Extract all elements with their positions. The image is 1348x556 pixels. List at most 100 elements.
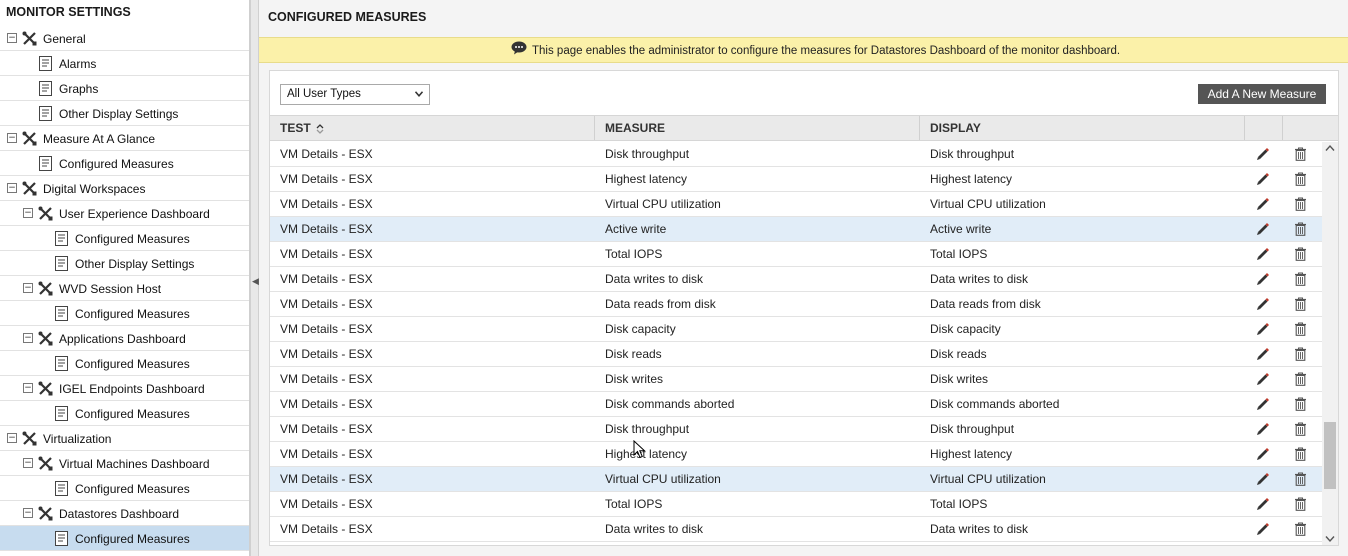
column-header-test[interactable]: TEST	[270, 116, 595, 140]
sidebar-item[interactable]: − Applications Dashboard	[0, 326, 249, 351]
table-row[interactable]: VM Details - ESX Data reads from disk Data…	[270, 292, 1322, 317]
collapse-toggle-icon[interactable]: −	[7, 33, 17, 43]
pencil-icon[interactable]	[1256, 472, 1270, 486]
sidebar-item-label: WVD Session Host	[59, 282, 162, 296]
pencil-icon[interactable]	[1256, 147, 1270, 161]
trash-icon[interactable]	[1294, 522, 1307, 536]
collapse-toggle-icon[interactable]: −	[7, 183, 17, 193]
vertical-scrollbar[interactable]	[1322, 142, 1338, 545]
trash-icon[interactable]	[1294, 347, 1307, 361]
sidebar-item[interactable]: Configured Measures	[0, 351, 249, 376]
user-type-select-value: All User Types	[287, 88, 361, 100]
pencil-icon[interactable]	[1256, 397, 1270, 411]
trash-icon[interactable]	[1294, 472, 1307, 486]
collapse-toggle-icon[interactable]: −	[23, 208, 33, 218]
collapse-toggle-icon[interactable]: −	[23, 508, 33, 518]
sidebar-item[interactable]: − IGEL Endpoints Dashboard	[0, 376, 249, 401]
table-row[interactable]: VM Details - ESX Data writes to disk Data …	[270, 517, 1322, 542]
sidebar-item[interactable]: Configured Measures	[0, 526, 249, 551]
sidebar-item[interactable]: Alarms	[0, 51, 249, 76]
sidebar-item[interactable]: Other Display Settings	[0, 251, 249, 276]
sidebar-item[interactable]: − Measure At A Glance	[0, 126, 249, 151]
sidebar-item[interactable]: Configured Measures	[0, 226, 249, 251]
panel-splitter[interactable]: ◀	[250, 0, 259, 556]
pencil-icon[interactable]	[1256, 322, 1270, 336]
scrollbar-thumb[interactable]	[1324, 422, 1336, 489]
sidebar-item[interactable]: − Virtualization	[0, 426, 249, 451]
collapse-toggle-icon[interactable]: −	[23, 333, 33, 343]
trash-icon[interactable]	[1294, 147, 1307, 161]
sidebar-item[interactable]: − Digital Workspaces	[0, 176, 249, 201]
pencil-icon[interactable]	[1256, 447, 1270, 461]
collapse-toggle-icon[interactable]: −	[23, 383, 33, 393]
trash-icon[interactable]	[1294, 322, 1307, 336]
sort-icon[interactable]	[316, 123, 324, 134]
cell-test: VM Details - ESX	[280, 497, 373, 511]
table-row[interactable]: VM Details - ESX Disk throughput Disk thro…	[270, 142, 1322, 167]
sidebar-item[interactable]: − User Experience Dashboard	[0, 201, 249, 226]
pencil-icon[interactable]	[1256, 422, 1270, 436]
collapse-toggle-icon[interactable]: −	[23, 458, 33, 468]
table-row[interactable]: VM Details - ESX Data writes to disk Data …	[270, 267, 1322, 292]
table-row[interactable]: VM Details - ESX Disk commands aborted Dis…	[270, 392, 1322, 417]
pencil-icon[interactable]	[1256, 497, 1270, 511]
table-row[interactable]: VM Details - ESX Virtual CPU utilization V…	[270, 467, 1322, 492]
table-row[interactable]: VM Details - ESX Highest latency Highest l…	[270, 167, 1322, 192]
table-row[interactable]: VM Details - ESX Disk capacity Disk capaci…	[270, 317, 1322, 342]
trash-icon[interactable]	[1294, 172, 1307, 186]
add-measure-button[interactable]: Add A New Measure	[1198, 84, 1326, 104]
sidebar-tree: − General Alarms Graphs Other Display Settin…	[0, 26, 249, 551]
trash-icon[interactable]	[1294, 297, 1307, 311]
column-header-measure[interactable]: MEASURE	[595, 116, 920, 140]
trash-icon[interactable]	[1294, 497, 1307, 511]
table-row[interactable]: VM Details - ESX Disk throughput Disk thro…	[270, 417, 1322, 442]
pencil-icon[interactable]	[1256, 197, 1270, 211]
sidebar-item[interactable]: Configured Measures	[0, 151, 249, 176]
page-icon	[55, 406, 68, 421]
sidebar-item[interactable]: Other Display Settings	[0, 101, 249, 126]
user-type-select[interactable]: All User Types	[280, 84, 430, 105]
trash-icon[interactable]	[1294, 197, 1307, 211]
sidebar-item[interactable]: − Virtual Machines Dashboard	[0, 451, 249, 476]
pencil-icon[interactable]	[1256, 347, 1270, 361]
scroll-down-icon[interactable]	[1325, 535, 1335, 543]
sidebar-item[interactable]: − General	[0, 26, 249, 51]
cell-measure: Virtual CPU utilization	[605, 197, 721, 211]
trash-icon[interactable]	[1294, 247, 1307, 261]
collapse-toggle-icon[interactable]: −	[7, 133, 17, 143]
cell-test: VM Details - ESX	[280, 222, 373, 236]
trash-icon[interactable]	[1294, 272, 1307, 286]
sidebar-item-label: Graphs	[59, 82, 99, 96]
sidebar-item[interactable]: Configured Measures	[0, 401, 249, 426]
column-header-display[interactable]: DISPLAY	[920, 116, 1245, 140]
pencil-icon[interactable]	[1256, 272, 1270, 286]
collapse-toggle-icon[interactable]: −	[7, 433, 17, 443]
pencil-icon[interactable]	[1256, 297, 1270, 311]
collapse-toggle-icon[interactable]: −	[23, 283, 33, 293]
collapse-left-icon[interactable]: ◀	[252, 276, 259, 287]
sidebar-item[interactable]: Graphs	[0, 76, 249, 101]
sidebar-item[interactable]: Configured Measures	[0, 476, 249, 501]
sidebar-item[interactable]: − WVD Session Host	[0, 276, 249, 301]
trash-icon[interactable]	[1294, 372, 1307, 386]
sidebar-item[interactable]: Configured Measures	[0, 301, 249, 326]
table-row[interactable]: VM Details - ESX Highest latency Highest l…	[270, 442, 1322, 467]
trash-icon[interactable]	[1294, 397, 1307, 411]
cell-test: VM Details - ESX	[280, 347, 373, 361]
trash-icon[interactable]	[1294, 222, 1307, 236]
scroll-up-icon[interactable]	[1325, 144, 1335, 152]
sidebar-item[interactable]: − Datastores Dashboard	[0, 501, 249, 526]
pencil-icon[interactable]	[1256, 172, 1270, 186]
table-row[interactable]: VM Details - ESX Virtual CPU utilization V…	[270, 192, 1322, 217]
pencil-icon[interactable]	[1256, 247, 1270, 261]
pencil-icon[interactable]	[1256, 522, 1270, 536]
table-row[interactable]: VM Details - ESX Active write Active write	[270, 217, 1322, 242]
pencil-icon[interactable]	[1256, 372, 1270, 386]
table-row[interactable]: VM Details - ESX Disk reads Disk reads	[270, 342, 1322, 367]
trash-icon[interactable]	[1294, 422, 1307, 436]
table-row[interactable]: VM Details - ESX Disk writes Disk writes	[270, 367, 1322, 392]
trash-icon[interactable]	[1294, 447, 1307, 461]
table-row[interactable]: VM Details - ESX Total IOPS Total IOPS	[270, 242, 1322, 267]
pencil-icon[interactable]	[1256, 222, 1270, 236]
table-row[interactable]: VM Details - ESX Total IOPS Total IOPS	[270, 492, 1322, 517]
